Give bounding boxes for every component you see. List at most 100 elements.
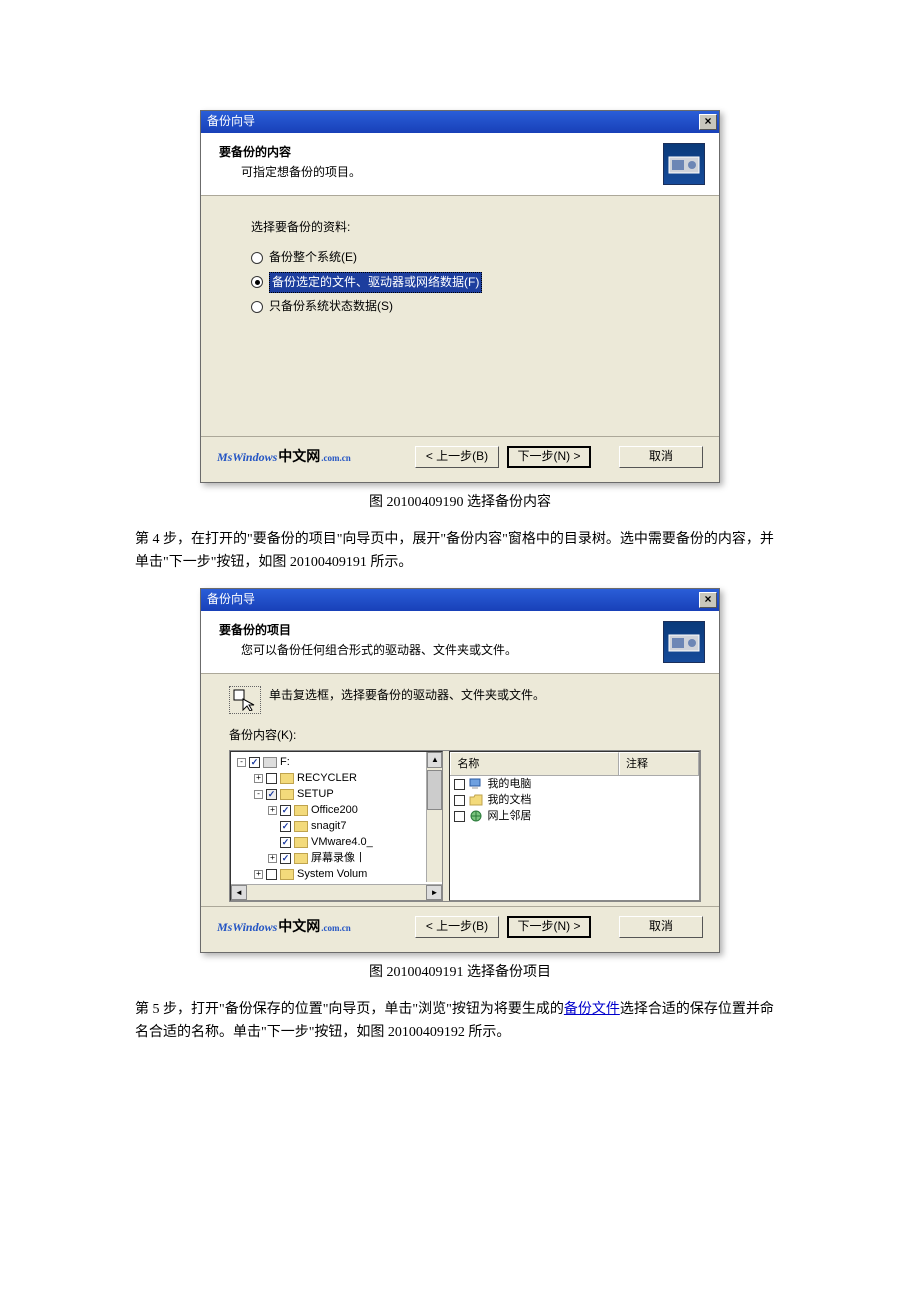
folder-icon [280, 869, 294, 880]
radio-icon [251, 252, 263, 264]
figure-1: 备份向导 × 要备份的内容 可指定想备份的项目。 选择要备份的资料: 备份整个系… [135, 110, 785, 483]
tree-node-snagit[interactable]: snagit7 [237, 818, 440, 834]
tree-node-office[interactable]: + Office200 [237, 802, 440, 818]
watermark-logo: MsWindows中文网.com.cn [217, 915, 351, 938]
list-item-network-neighborhood[interactable]: 网上邻居 [450, 808, 699, 824]
checkbox-icon[interactable] [280, 853, 291, 864]
vertical-scrollbar[interactable]: ▲ [426, 752, 442, 882]
computer-icon [469, 778, 483, 790]
prompt-label: 选择要备份的资料: [251, 218, 691, 238]
checkbox-icon[interactable] [280, 821, 291, 832]
network-icon [469, 810, 483, 822]
back-button[interactable]: < 上一步(B) [415, 916, 499, 938]
radio-icon [251, 301, 263, 313]
wizard-header: 要备份的内容 可指定想备份的项目。 [201, 133, 719, 196]
cancel-button[interactable]: 取消 [619, 446, 703, 468]
checkbox-icon[interactable] [280, 805, 291, 816]
expand-icon[interactable]: + [268, 806, 277, 815]
radio-label: 只备份系统状态数据(S) [269, 297, 393, 317]
tree-node-drive-f[interactable]: - F: [237, 754, 440, 770]
scroll-up-icon[interactable]: ▲ [427, 752, 442, 768]
radio-backup-all[interactable]: 备份整个系统(E) [251, 248, 691, 268]
list-item-my-documents[interactable]: 我的文档 [450, 792, 699, 808]
back-button[interactable]: < 上一步(B) [415, 446, 499, 468]
backup-file-link[interactable]: 备份文件 [564, 1002, 620, 1017]
backup-icon [663, 621, 705, 663]
collapse-icon[interactable]: - [237, 758, 246, 767]
wizard-buttons: MsWindows中文网.com.cn < 上一步(B) 下一步(N) > 取消 [201, 436, 719, 482]
folder-icon [294, 853, 308, 864]
header-subtitle: 您可以备份任何组合形式的驱动器、文件夹或文件。 [219, 641, 663, 661]
folder-icon [280, 789, 294, 800]
instruction-text: 单击复选框，选择要备份的驱动器、文件夹或文件。 [269, 686, 545, 706]
expand-icon[interactable]: + [254, 870, 263, 879]
folder-icon [294, 805, 308, 816]
titlebar: 备份向导 × [201, 589, 719, 611]
paragraph-step-4: 第 4 步，在打开的"要备份的项目"向导页中，展开"备份内容"窗格中的目录树。选… [135, 528, 785, 574]
wizard-header: 要备份的项目 您可以备份任何组合形式的驱动器、文件夹或文件。 [201, 611, 719, 674]
header-title: 要备份的项目 [219, 621, 663, 641]
checkbox-icon[interactable] [266, 789, 277, 800]
dialog-backup-wizard-items: 备份向导 × 要备份的项目 您可以备份任何组合形式的驱动器、文件夹或文件。 单击… [200, 588, 720, 953]
tree-pane[interactable]: - F: + RECYCLER [230, 751, 443, 901]
list-pane[interactable]: 名称 注释 我的电脑 我的文档 [449, 751, 700, 901]
checkbox-icon[interactable] [454, 779, 465, 790]
radio-backup-selected[interactable]: 备份选定的文件、驱动器或网络数据(F) [251, 272, 691, 294]
paragraph-step-5: 第 5 步，打开"备份保存的位置"向导页，单击"浏览"按钮为将要生成的备份文件选… [135, 998, 785, 1044]
close-icon[interactable]: × [699, 114, 717, 130]
column-name[interactable]: 名称 [450, 752, 619, 775]
header-subtitle: 可指定想备份的项目。 [219, 163, 663, 183]
radio-label: 备份选定的文件、驱动器或网络数据(F) [269, 272, 482, 294]
backup-icon [663, 143, 705, 185]
window-title: 备份向导 [207, 112, 699, 132]
tree-node-screenrec[interactable]: + 屏幕录像丨 [237, 850, 440, 866]
checkbox-icon[interactable] [454, 811, 465, 822]
radio-label: 备份整个系统(E) [269, 248, 357, 268]
folder-icon [280, 773, 294, 784]
tree-node-sysvol[interactable]: + System Volum [237, 866, 440, 882]
horizontal-scrollbar[interactable]: ◄ ► [231, 884, 442, 900]
scroll-left-icon[interactable]: ◄ [231, 885, 247, 900]
tree-node-vmware[interactable]: VMware4.0_ [237, 834, 440, 850]
radio-backup-system-state[interactable]: 只备份系统状态数据(S) [251, 297, 691, 317]
scroll-thumb[interactable] [427, 770, 442, 810]
list-header: 名称 注释 [450, 752, 699, 776]
wizard-body: 选择要备份的资料: 备份整个系统(E) 备份选定的文件、驱动器或网络数据(F) … [201, 196, 719, 436]
radio-icon [251, 276, 263, 288]
checkbox-cursor-icon [229, 686, 261, 714]
documents-icon [469, 794, 483, 806]
next-button[interactable]: 下一步(N) > [507, 916, 591, 938]
figure-1-caption: 图 20100409190 选择备份内容 [135, 491, 785, 514]
expand-icon[interactable]: + [254, 774, 263, 783]
header-title: 要备份的内容 [219, 143, 663, 163]
titlebar: 备份向导 × [201, 111, 719, 133]
collapse-icon[interactable]: - [254, 790, 263, 799]
next-button[interactable]: 下一步(N) > [507, 446, 591, 468]
checkbox-icon[interactable] [454, 795, 465, 806]
close-icon[interactable]: × [699, 592, 717, 608]
expand-icon[interactable]: + [268, 854, 277, 863]
figure-2-caption: 图 20100409191 选择备份项目 [135, 961, 785, 984]
window-title: 备份向导 [207, 590, 699, 610]
instruction-row: 单击复选框，选择要备份的驱动器、文件夹或文件。 [229, 686, 701, 714]
checkbox-icon[interactable] [266, 869, 277, 880]
drive-icon [263, 757, 277, 768]
folder-icon [294, 837, 308, 848]
cancel-button[interactable]: 取消 [619, 916, 703, 938]
scroll-right-icon[interactable]: ► [426, 885, 442, 900]
figure-2: 备份向导 × 要备份的项目 您可以备份任何组合形式的驱动器、文件夹或文件。 单击… [135, 588, 785, 953]
checkbox-icon[interactable] [266, 773, 277, 784]
tree-node-setup[interactable]: - SETUP [237, 786, 440, 802]
wizard-body: 单击复选框，选择要备份的驱动器、文件夹或文件。 备份内容(K): - F: [201, 674, 719, 906]
folder-icon [294, 821, 308, 832]
file-browser: - F: + RECYCLER [229, 750, 701, 902]
checkbox-icon[interactable] [249, 757, 260, 768]
wizard-buttons: MsWindows中文网.com.cn < 上一步(B) 下一步(N) > 取消 [201, 906, 719, 952]
tree-node-recycler[interactable]: + RECYCLER [237, 770, 440, 786]
column-comment[interactable]: 注释 [619, 752, 699, 775]
contents-label: 备份内容(K): [229, 726, 701, 746]
checkbox-icon[interactable] [280, 837, 291, 848]
dialog-backup-wizard-content: 备份向导 × 要备份的内容 可指定想备份的项目。 选择要备份的资料: 备份整个系… [200, 110, 720, 483]
watermark-logo: MsWindows中文网.com.cn [217, 445, 351, 468]
list-item-my-computer[interactable]: 我的电脑 [450, 776, 699, 792]
